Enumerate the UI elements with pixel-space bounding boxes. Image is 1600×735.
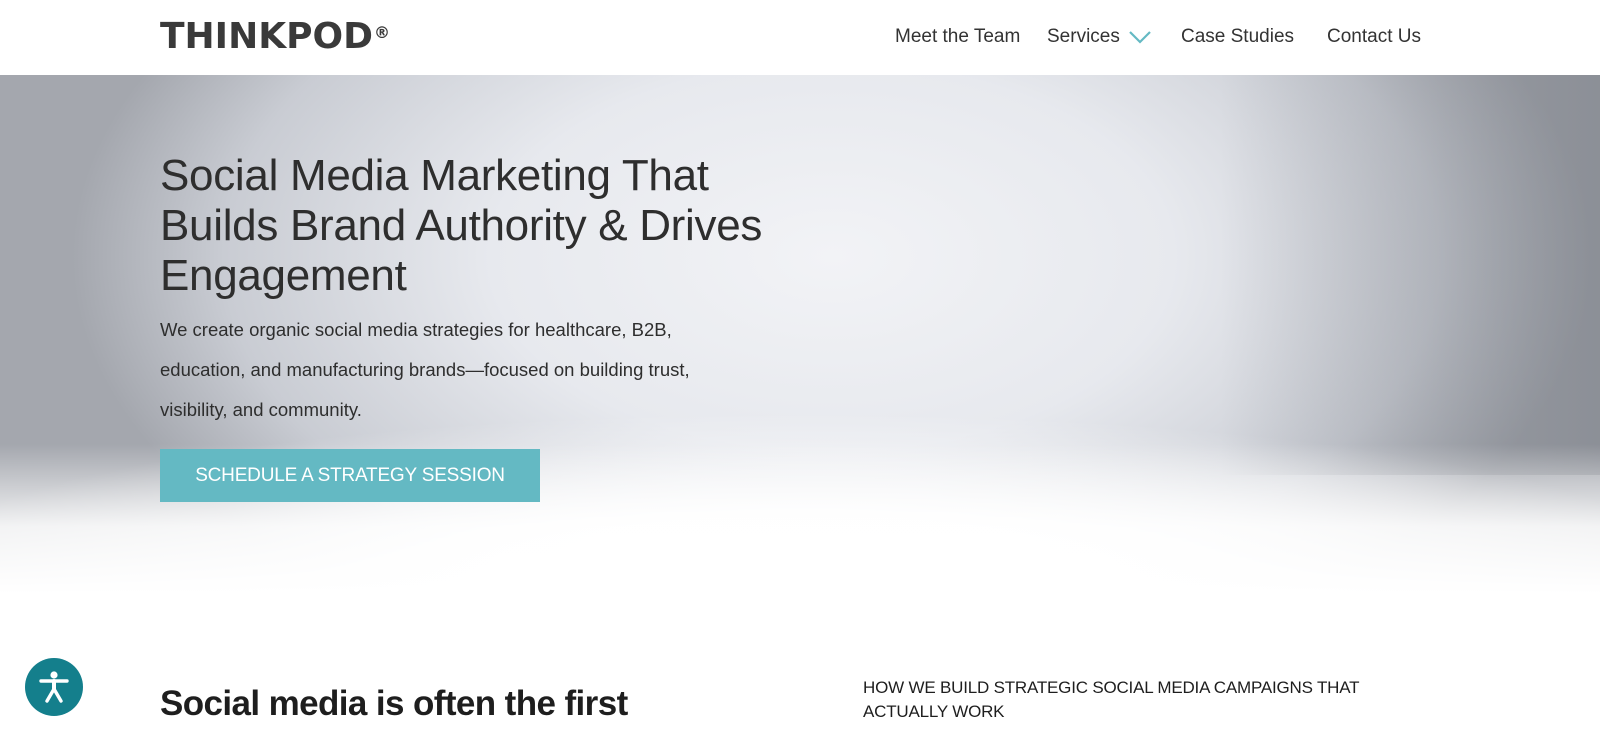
hero-title: Social Media Marketing That Builds Brand… (160, 151, 763, 300)
hero-subtitle: We create organic social media strategie… (160, 319, 690, 420)
logo-text: THINKPOD (160, 16, 373, 57)
chevron-down-icon[interactable] (1128, 30, 1152, 44)
section-heading: Social media is often the first (160, 684, 628, 723)
nav-meet-the-team[interactable]: Meet the Team (895, 24, 1020, 50)
nav-contact-us[interactable]: Contact Us (1327, 24, 1421, 50)
section-kicker: HOW WE BUILD STRATEGIC SOCIAL MEDIA CAMP… (863, 678, 1359, 721)
logo[interactable]: THINKPOD® (160, 14, 390, 60)
accessibility-icon (39, 671, 69, 703)
accessibility-button[interactable] (25, 658, 83, 716)
hero-section: Social Media Marketing That Builds Brand… (0, 75, 1600, 594)
nav-case-studies[interactable]: Case Studies (1181, 24, 1294, 50)
registered-mark: ® (373, 23, 390, 42)
nav-services[interactable]: Services (1047, 24, 1120, 50)
hero-background-shade (1220, 75, 1600, 475)
schedule-strategy-session-button[interactable]: SCHEDULE A STRATEGY SESSION (160, 449, 540, 502)
site-header: THINKPOD® Meet the Team Services Case St… (0, 0, 1600, 75)
